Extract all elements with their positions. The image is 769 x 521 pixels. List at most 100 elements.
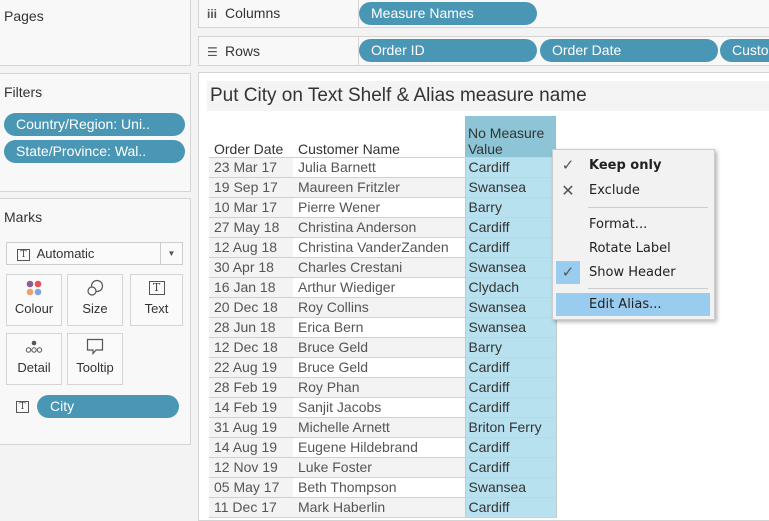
order-date-cell[interactable]: 16 Jan 18	[209, 276, 293, 297]
city-cell[interactable]: Cardiff	[464, 396, 557, 417]
filter-pill-state[interactable]: State/Province: Wal..	[4, 140, 185, 163]
customer-name-cell[interactable]: Roy Phan	[293, 376, 465, 397]
table-row[interactable]: 14 Aug 19 Eugene Hildebrand Cardiff	[209, 436, 557, 457]
customer-name-cell[interactable]: Bruce Geld	[293, 336, 465, 357]
customer-name-cell[interactable]: Luke Foster	[293, 456, 465, 477]
table-row[interactable]: 11 Dec 17 Mark Haberlin Cardiff	[209, 496, 557, 518]
table-row[interactable]: 20 Dec 18 Roy Collins Swansea	[209, 296, 557, 317]
customer-name-cell[interactable]: Bruce Geld	[293, 356, 465, 377]
city-cell[interactable]: Cardiff	[464, 236, 557, 257]
columns-shelf[interactable]: iii Columns Measure Names	[198, 0, 769, 28]
customer-name-cell[interactable]: Maureen Fritzler	[293, 176, 465, 197]
city-cell[interactable]: Cardiff	[464, 216, 557, 237]
table-row[interactable]: 12 Aug 18 Christina VanderZanden Cardiff	[209, 236, 557, 257]
table-row[interactable]: 23 Mar 17 Julia Barnett Cardiff	[209, 156, 557, 177]
customer-name-cell[interactable]: Beth Thompson	[293, 476, 465, 497]
menu-item-format[interactable]: Format...	[556, 213, 710, 236]
filter-pill-country[interactable]: Country/Region: Uni..	[4, 113, 185, 136]
order-date-cell[interactable]: 30 Apr 18	[209, 256, 293, 277]
table-row[interactable]: 28 Feb 19 Roy Phan Cardiff	[209, 376, 557, 397]
order-date-cell[interactable]: 28 Jun 18	[209, 316, 293, 337]
city-cell[interactable]: Cardiff	[464, 356, 557, 377]
order-date-cell[interactable]: 12 Dec 18	[209, 336, 293, 357]
customer-name-cell[interactable]: Pierre Wener	[293, 196, 465, 217]
customer-name-cell[interactable]: Julia Barnett	[293, 156, 465, 177]
order-date-cell[interactable]: 14 Aug 19	[209, 436, 293, 457]
menu-item-show-header[interactable]: ✓ Show Header	[556, 261, 710, 284]
city-cell[interactable]: Cardiff	[464, 456, 557, 477]
customer-name-cell[interactable]: Arthur Wiediger	[293, 276, 465, 297]
city-cell[interactable]: Barry	[464, 336, 557, 357]
menu-item-keep-only[interactable]: ✓ Keep only	[556, 154, 710, 177]
table-row[interactable]: 16 Jan 18 Arthur Wiediger Clydach	[209, 276, 557, 297]
customer-name-pill[interactable]: Custo	[720, 39, 769, 62]
city-cell[interactable]: Cardiff	[464, 436, 557, 457]
order-id-pill[interactable]: Order ID	[359, 39, 537, 62]
order-date-cell[interactable]: 19 Sep 17	[209, 176, 293, 197]
city-cell[interactable]: Cardiff	[464, 496, 557, 518]
order-date-cell[interactable]: 20 Dec 18	[209, 296, 293, 317]
table-row[interactable]: 05 May 17 Beth Thompson Swansea	[209, 476, 557, 497]
order-date-cell[interactable]: 10 Mar 17	[209, 196, 293, 217]
table-row[interactable]: 14 Feb 19 Sanjit Jacobs Cardiff	[209, 396, 557, 417]
city-cell[interactable]: Swansea	[464, 476, 557, 497]
city-cell[interactable]: Clydach	[464, 276, 557, 297]
order-date-cell[interactable]: 05 May 17	[209, 476, 293, 497]
city-cell[interactable]: Swansea	[464, 316, 557, 337]
city-cell[interactable]: Swansea	[464, 296, 557, 317]
pages-panel[interactable]: Pages	[0, 0, 191, 66]
order-date-cell[interactable]: 12 Nov 19	[209, 456, 293, 477]
order-date-cell[interactable]: 27 May 18	[209, 216, 293, 237]
customer-name-cell[interactable]: Christina Anderson	[293, 216, 465, 237]
customer-name-cell[interactable]: Mark Haberlin	[293, 496, 465, 518]
measure-names-pill[interactable]: Measure Names	[359, 2, 537, 25]
city-cell[interactable]: Swansea	[464, 176, 557, 197]
table-row[interactable]: 10 Mar 17 Pierre Wener Barry	[209, 196, 557, 217]
colour-button[interactable]: Colour	[6, 274, 62, 326]
customer-name-cell[interactable]: Charles Crestani	[293, 256, 465, 277]
city-cell[interactable]: Barry	[464, 196, 557, 217]
menu-item-rotate-label[interactable]: Rotate Label	[556, 237, 710, 260]
size-button[interactable]: Size	[67, 274, 123, 326]
order-date-cell[interactable]: 23 Mar 17	[209, 156, 293, 177]
city-cell[interactable]: Briton Ferry	[464, 416, 557, 437]
rows-shelf[interactable]: ☰ Rows Order ID Order Date Custo	[198, 36, 769, 66]
table-row[interactable]: 28 Jun 18 Erica Bern Swansea	[209, 316, 557, 337]
table-row[interactable]: 12 Nov 19 Luke Foster Cardiff	[209, 456, 557, 477]
marks-title: Marks	[4, 209, 43, 225]
order-date-cell[interactable]: 12 Aug 18	[209, 236, 293, 257]
customer-name-cell[interactable]: Erica Bern	[293, 316, 465, 337]
order-date-cell[interactable]: 22 Aug 19	[209, 356, 293, 377]
order-date-cell[interactable]: 28 Feb 19	[209, 376, 293, 397]
table-row[interactable]: 22 Aug 19 Bruce Geld Cardiff	[209, 356, 557, 377]
header-measure-value[interactable]: No Measure Value	[465, 116, 556, 157]
size-circles-icon	[68, 275, 122, 301]
table-row[interactable]: 19 Sep 17 Maureen Fritzler Swansea	[209, 176, 557, 197]
table-row[interactable]: 27 May 18 Christina Anderson Cardiff	[209, 216, 557, 237]
table-row[interactable]: 12 Dec 18 Bruce Geld Barry	[209, 336, 557, 357]
mark-type-dropdown[interactable]: T Automatic ▼	[6, 242, 183, 265]
header-order-date[interactable]: Order Date	[209, 116, 293, 157]
customer-name-cell[interactable]: Sanjit Jacobs	[293, 396, 465, 417]
table-row[interactable]: 30 Apr 18 Charles Crestani Swansea	[209, 256, 557, 277]
header-customer-name[interactable]: Customer Name	[293, 116, 465, 157]
city-cell[interactable]: Cardiff	[464, 376, 557, 397]
city-cell[interactable]: Swansea	[464, 256, 557, 277]
order-date-cell[interactable]: 11 Dec 17	[209, 496, 293, 518]
menu-item-edit-alias[interactable]: Edit Alias...	[556, 293, 710, 316]
city-cell[interactable]: Cardiff	[464, 156, 557, 177]
customer-name-cell[interactable]: Christina VanderZanden	[293, 236, 465, 257]
text-button[interactable]: T Text	[130, 274, 183, 326]
customer-name-cell[interactable]: Eugene Hildebrand	[293, 436, 465, 457]
customer-name-cell[interactable]: Roy Collins	[293, 296, 465, 317]
city-pill[interactable]: City	[37, 395, 179, 418]
order-date-cell[interactable]: 31 Aug 19	[209, 416, 293, 437]
city-text-encoding-icon: T	[16, 401, 29, 413]
customer-name-cell[interactable]: Michelle Arnett	[293, 416, 465, 437]
order-date-cell[interactable]: 14 Feb 19	[209, 396, 293, 417]
menu-item-exclude[interactable]: ✕ Exclude	[556, 179, 710, 202]
tooltip-button[interactable]: Tooltip	[67, 333, 123, 385]
table-row[interactable]: 31 Aug 19 Michelle Arnett Briton Ferry	[209, 416, 557, 437]
order-date-pill[interactable]: Order Date	[540, 39, 718, 62]
detail-button[interactable]: Detail	[6, 333, 62, 385]
